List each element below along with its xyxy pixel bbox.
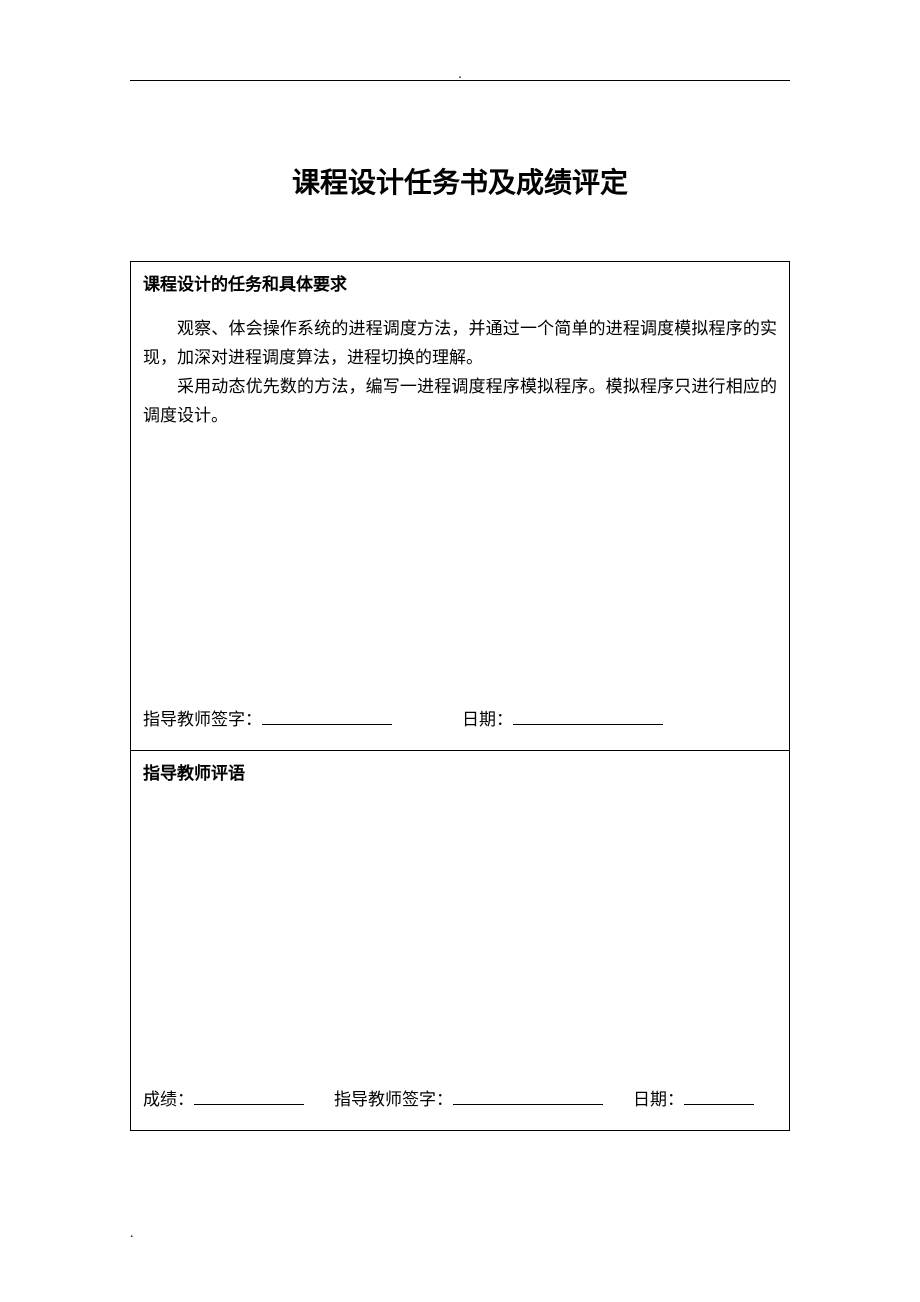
teacher-sign-label: 指导教师签字： xyxy=(143,705,262,730)
teacher-sign-field: 指导教师签字： xyxy=(143,705,392,730)
date-line-2 xyxy=(684,1086,754,1105)
teacher-sign-line-2 xyxy=(453,1086,603,1105)
task-heading: 课程设计的任务和具体要求 xyxy=(143,270,777,295)
date-field: 日期： xyxy=(462,705,663,730)
task-requirements-box: 课程设计的任务和具体要求 观察、体会操作系统的进程调度方法，并通过一个简单的进程… xyxy=(130,261,790,751)
grade-line xyxy=(194,1086,304,1105)
teacher-sign-label-2: 指导教师签字： xyxy=(334,1085,453,1110)
teacher-sign-line xyxy=(262,706,392,725)
comment-heading: 指导教师评语 xyxy=(143,759,777,784)
date-field-2: 日期： xyxy=(633,1085,754,1110)
comment-signature-row: 成绩： 指导教师签字： 日期： xyxy=(143,1085,777,1110)
task-para-2: 采用动态优先数的方法，编写一进程调度程序模拟程序。模拟程序只进行相应的调度设计。 xyxy=(143,373,777,431)
task-body: 观察、体会操作系统的进程调度方法，并通过一个简单的进程调度模拟程序的实现，加深对… xyxy=(143,315,777,431)
page-title: 课程设计任务书及成绩评定 xyxy=(130,161,790,201)
task-para-1: 观察、体会操作系统的进程调度方法，并通过一个简单的进程调度模拟程序的实现，加深对… xyxy=(143,315,777,373)
date-label-2: 日期： xyxy=(633,1085,684,1110)
teacher-sign-field-2: 指导教师签字： xyxy=(334,1085,603,1110)
date-line xyxy=(513,706,663,725)
header-divider xyxy=(130,80,790,81)
footer-dot: . xyxy=(130,1226,134,1242)
grade-field: 成绩： xyxy=(143,1085,304,1110)
task-signature-row: 指导教师签字： 日期： xyxy=(143,705,777,730)
teacher-comment-box: 指导教师评语 成绩： 指导教师签字： 日期： xyxy=(130,751,790,1131)
grade-label: 成绩： xyxy=(143,1085,194,1110)
date-label: 日期： xyxy=(462,705,513,730)
